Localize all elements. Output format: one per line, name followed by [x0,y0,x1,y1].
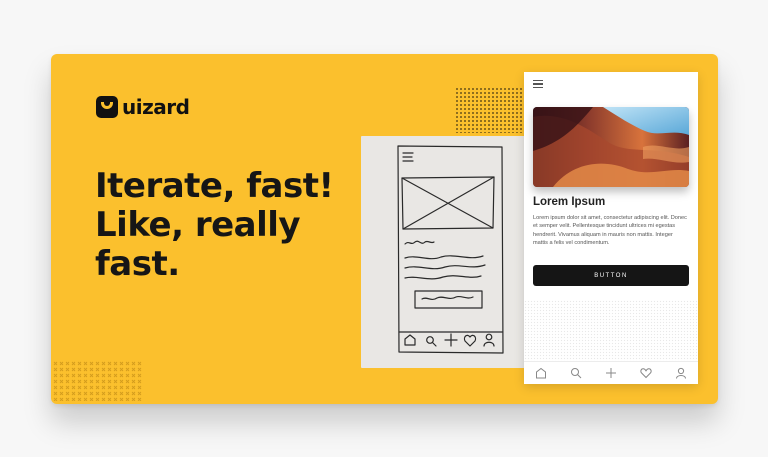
sketch-drawing [397,145,504,354]
hamburger-menu-icon[interactable] [533,80,543,88]
texture-decoration [524,300,698,362]
bottom-navigation [524,361,698,384]
search-icon[interactable] [570,367,582,379]
dot-pattern-decoration [455,87,523,133]
canyon-image-art [533,107,689,187]
uizard-logo[interactable]: uizard [96,95,190,119]
card-title: Lorem Ipsum [533,196,606,208]
wireframe-sketch [361,136,526,368]
heart-icon[interactable] [640,367,652,379]
logo-mark-icon [96,96,118,118]
brand-name: uizard [122,95,190,119]
card-body-text: Lorem ipsum dolor sit amet, consectetur … [533,215,687,246]
user-icon[interactable] [675,367,687,379]
plus-icon[interactable] [605,367,617,379]
headline-line-1: Iterate, fast! [95,166,334,206]
home-icon[interactable] [535,367,547,379]
headline-line-2: Like, really [95,205,301,245]
hero-banner: uizard Iterate, fast! Like, really fast. [51,54,718,404]
headline: Iterate, fast! Like, really fast. [95,167,355,284]
cross-pattern-decoration [53,361,143,401]
headline-line-3: fast. [95,244,180,284]
canyon-image [533,107,689,187]
phone-mockup: Lorem Ipsum Lorem ipsum dolor sit amet, … [524,72,698,384]
primary-button[interactable]: BUTTON [533,265,689,286]
